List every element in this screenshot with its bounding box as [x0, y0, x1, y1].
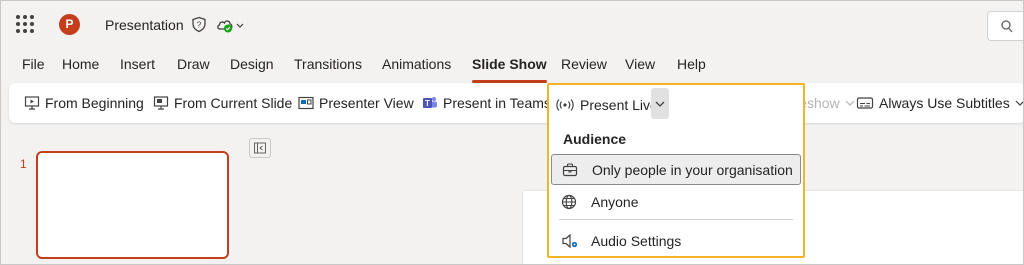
- briefcase-icon: [562, 162, 578, 176]
- from-current-slide-button[interactable]: From Current Slide: [153, 93, 292, 113]
- menu-item-anyone[interactable]: Anyone: [551, 186, 801, 217]
- always-use-subtitles-button[interactable]: Always Use Subtitles: [856, 93, 1023, 113]
- tab-draw[interactable]: Draw: [177, 56, 210, 72]
- title-bar: P Presentation ?: [1, 1, 1023, 47]
- app-launcher-icon[interactable]: [16, 15, 34, 33]
- menu-item-label: Audio Settings: [591, 232, 682, 249]
- presenter-view-icon: [298, 96, 314, 110]
- tab-review[interactable]: Review: [561, 56, 607, 72]
- menu-item-audio-settings[interactable]: Audio Settings: [551, 225, 801, 256]
- tab-design[interactable]: Design: [230, 56, 274, 72]
- menu-item-label: Anyone: [591, 193, 639, 210]
- subtitles-icon: [856, 97, 874, 109]
- ribbon-toolbar: From Beginning From Current Slide Presen…: [9, 83, 1023, 123]
- menu-item-only-organisation[interactable]: Only people in your organisation: [551, 154, 801, 185]
- presentation-play-icon: [24, 96, 40, 110]
- presentation-current-icon: [153, 96, 169, 110]
- cloud-saved-icon[interactable]: [216, 16, 248, 34]
- present-live-button[interactable]: Present Live: [555, 91, 658, 119]
- collapse-panel-icon: [254, 142, 266, 154]
- search-button[interactable]: [987, 11, 1023, 41]
- svg-text:?: ?: [197, 21, 202, 30]
- audience-heading: Audience: [563, 131, 627, 147]
- present-live-dropdown-button[interactable]: [651, 88, 669, 119]
- svg-text:T: T: [425, 99, 430, 108]
- tab-animations[interactable]: Animations: [382, 56, 451, 72]
- teams-icon: T: [423, 97, 437, 108]
- tab-help[interactable]: Help: [677, 56, 706, 72]
- menu-divider: [559, 219, 793, 220]
- ribbon-tabs: File Home Insert Draw Design Transitions…: [1, 47, 1023, 83]
- app-window: P Presentation ? File Home Insert Draw D…: [0, 0, 1024, 265]
- document-title[interactable]: Presentation: [105, 17, 184, 33]
- chevron-down-icon: [1015, 100, 1023, 106]
- tab-file[interactable]: File: [22, 56, 45, 72]
- tab-home[interactable]: Home: [62, 56, 99, 72]
- slide-thumbnail[interactable]: [36, 151, 229, 259]
- tab-transitions[interactable]: Transitions: [294, 56, 362, 72]
- collapse-panel-button[interactable]: [249, 138, 271, 158]
- always-use-subtitles-label: Always Use Subtitles: [879, 95, 1010, 111]
- present-live-label: Present Live: [580, 97, 658, 113]
- menu-item-label: Only people in your organisation: [592, 161, 793, 178]
- tab-slide-show[interactable]: Slide Show: [472, 56, 547, 83]
- powerpoint-icon: P: [59, 14, 84, 35]
- present-live-menu: Present Live Audience Only people in you…: [547, 83, 805, 258]
- slide-number: 1: [20, 157, 27, 171]
- from-beginning-label: From Beginning: [45, 95, 144, 111]
- chevron-down-icon: [845, 100, 855, 106]
- speaker-settings-icon: [562, 233, 578, 248]
- globe-icon: [561, 194, 577, 209]
- tab-insert[interactable]: Insert: [120, 56, 155, 72]
- from-beginning-button[interactable]: From Beginning: [24, 93, 144, 113]
- tab-view[interactable]: View: [625, 56, 655, 72]
- present-in-teams-button[interactable]: T Present in Teams: [422, 93, 551, 113]
- present-in-teams-label: Present in Teams: [443, 95, 551, 111]
- presenter-view-button[interactable]: Presenter View: [298, 93, 414, 113]
- search-icon: [1001, 20, 1013, 33]
- chevron-down-icon: [655, 101, 665, 107]
- presenter-view-label: Presenter View: [319, 95, 414, 111]
- broadcast-icon: [556, 99, 574, 111]
- from-current-slide-label: From Current Slide: [174, 95, 293, 111]
- shield-icon[interactable]: ?: [191, 16, 207, 33]
